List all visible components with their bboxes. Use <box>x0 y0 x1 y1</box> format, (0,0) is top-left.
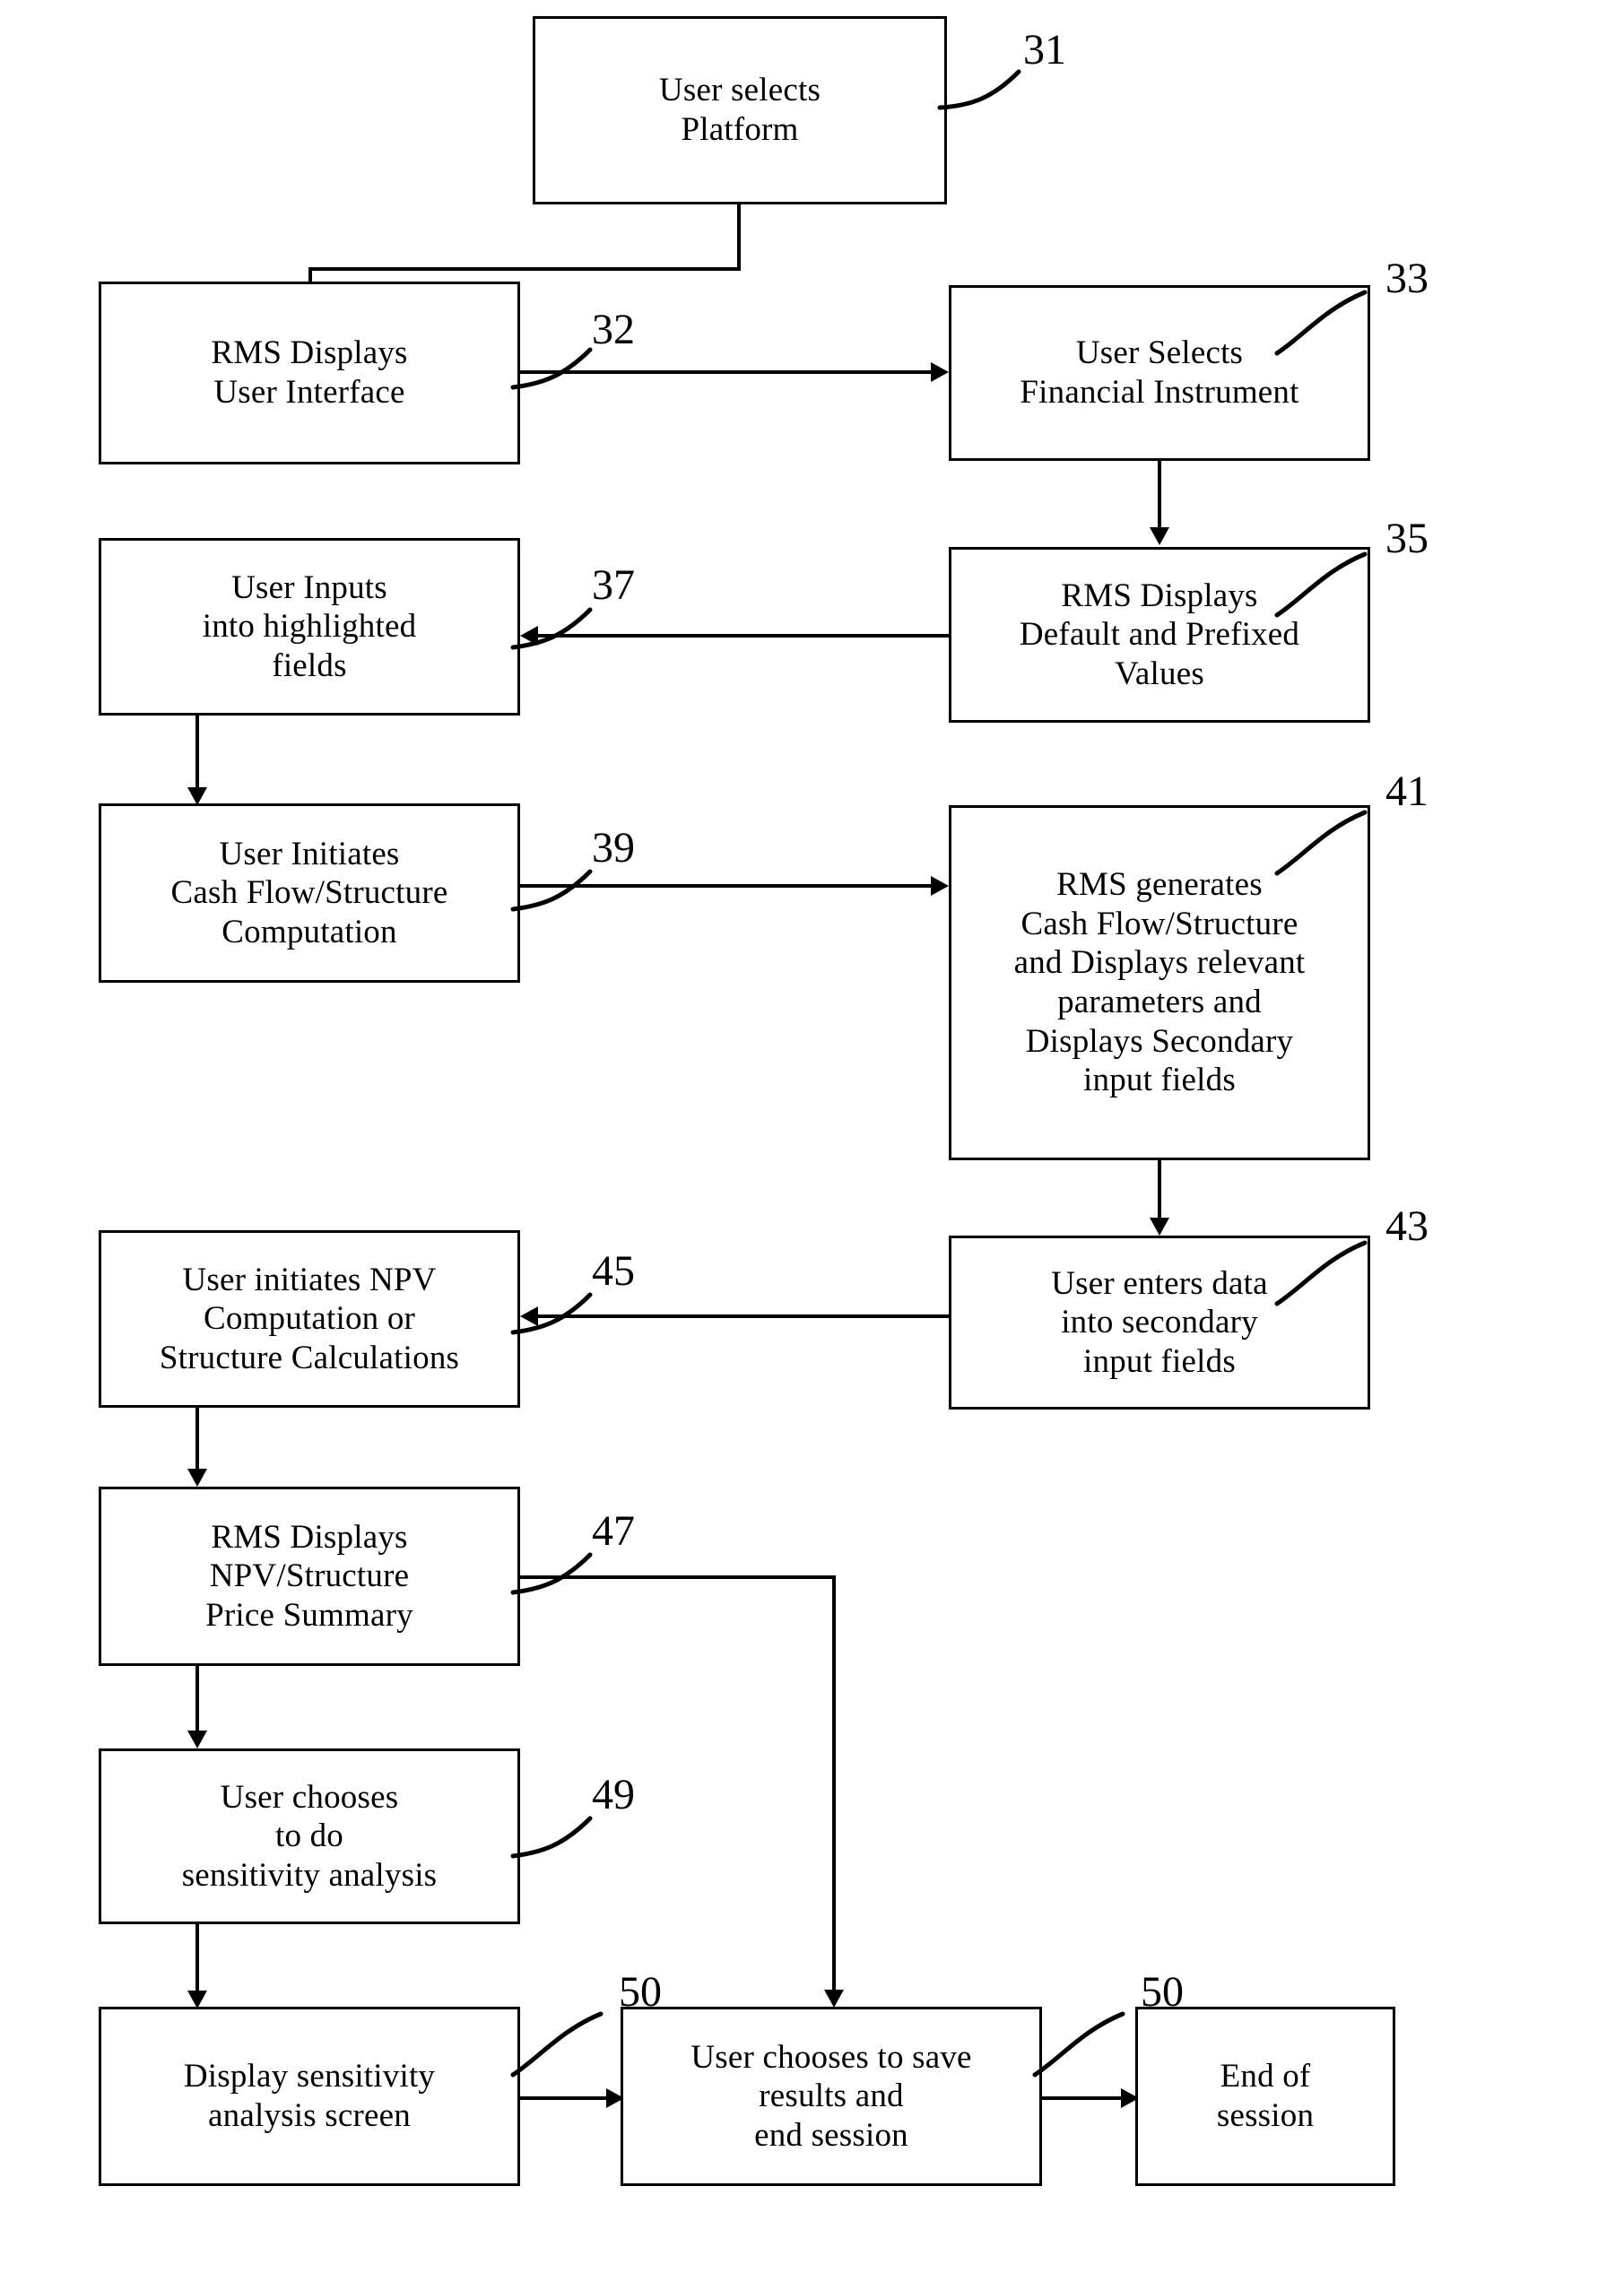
node-user-selects-platform[interactable]: User selects Platform <box>533 16 947 204</box>
edge-49-50a-arrowhead <box>187 1991 207 2008</box>
node-39-label: User Initiates Cash Flow/Structure Computa… <box>170 835 448 950</box>
edge-41-43-arrowhead <box>1150 1218 1169 1236</box>
edge-45-47-line <box>195 1408 199 1472</box>
ref-number-31: 31 <box>1023 26 1066 74</box>
node-user-initiates-cashflow-computation[interactable]: User Initiates Cash Flow/Structure Computa… <box>99 803 520 983</box>
ref-number-43: 43 <box>1385 1202 1429 1250</box>
edge-39-41-arrowhead <box>931 876 949 896</box>
ref-number-41: 41 <box>1385 768 1429 815</box>
edge-33-35-line <box>1158 461 1161 529</box>
edge-49-50a-line <box>195 1924 199 1994</box>
edge-47-50b-seg-down <box>832 1575 836 1993</box>
node-35-label: RMS Displays Default and Prefixed Values <box>1019 577 1300 692</box>
ref-number-32: 32 <box>592 306 635 353</box>
leader-line-43 <box>1272 1227 1397 1309</box>
node-50a-label: Display sensitivity analysis screen <box>183 2058 436 2134</box>
edge-41-43-line <box>1158 1160 1161 1219</box>
edge-39-41-line <box>520 884 933 888</box>
node-end-of-session[interactable]: End of session <box>1135 2007 1395 2186</box>
node-user-initiates-npv-computation[interactable]: User initiates NPV Computation or Structur… <box>99 1230 520 1408</box>
edge-50b-end-line <box>1042 2096 1125 2100</box>
ref-number-39: 39 <box>592 824 635 872</box>
node-31-label: User selects Platform <box>658 72 821 148</box>
edge-32-33-arrowhead <box>931 362 949 382</box>
ref-number-45: 45 <box>592 1247 635 1295</box>
edge-37-39-line <box>195 716 199 791</box>
node-rms-displays-npv-price-summary[interactable]: RMS Displays NPV/Structure Price Summary <box>99 1487 520 1666</box>
leader-line-41 <box>1272 796 1397 879</box>
flowchart-figure: User selects Platform 31 RMS Displays User… <box>0 0 1624 2273</box>
edge-33-35-arrowhead <box>1150 527 1169 545</box>
leader-line-35 <box>1272 538 1397 620</box>
node-47-label: RMS Displays NPV/Structure Price Summary <box>205 1518 413 1634</box>
edge-47-49-arrowhead <box>187 1731 207 1748</box>
node-user-chooses-save-end-session[interactable]: User chooses to save results and end sessi… <box>621 2007 1042 2186</box>
node-end-label: End of session <box>1216 2058 1315 2134</box>
ref-number-49: 49 <box>592 1771 635 1818</box>
edge-47-49-line <box>195 1666 199 1734</box>
edge-31-32-seg-left <box>308 267 741 271</box>
node-37-label: User Inputs into highlighted fields <box>202 568 417 684</box>
node-32-label: RMS Displays User Interface <box>211 334 408 411</box>
edge-45-47-arrowhead <box>187 1469 207 1487</box>
ref-number-37: 37 <box>592 561 635 609</box>
edge-37-39-arrowhead <box>187 787 207 805</box>
leader-line-33 <box>1272 276 1397 359</box>
node-user-inputs-highlighted-fields[interactable]: User Inputs into highlighted fields <box>99 538 520 716</box>
node-display-sensitivity-analysis-screen[interactable]: Display sensitivity analysis screen <box>99 2007 520 2186</box>
node-43-label: User enters data into secondary input fiel… <box>1051 1264 1268 1380</box>
edge-50a-50b-line <box>520 2096 610 2100</box>
edge-31-32-seg-down <box>737 204 741 271</box>
node-rms-displays-user-interface[interactable]: RMS Displays User Interface <box>99 282 520 464</box>
node-41-label: RMS generates Cash Flow/Structure and Disp… <box>1013 866 1306 1099</box>
edge-47-50b-arrowhead <box>824 1990 844 2008</box>
node-33-label: User Selects Financial Instrument <box>1020 334 1299 411</box>
edge-32-33-line <box>520 370 933 374</box>
node-user-chooses-sensitivity-analysis[interactable]: User chooses to do sensitivity analysis <box>99 1748 520 1924</box>
leader-line-50a <box>508 1998 633 2080</box>
node-50b-label: User chooses to save results and end sessi… <box>690 2038 972 2154</box>
ref-number-33: 33 <box>1385 255 1429 302</box>
node-45-label: User initiates NPV Computation or Structur… <box>159 1261 460 1376</box>
edge-47-50b-seg-right <box>520 1575 836 1579</box>
ref-number-47: 47 <box>592 1507 635 1555</box>
ref-number-35: 35 <box>1385 515 1429 562</box>
node-49-label: User chooses to do sensitivity analysis <box>181 1778 438 1894</box>
